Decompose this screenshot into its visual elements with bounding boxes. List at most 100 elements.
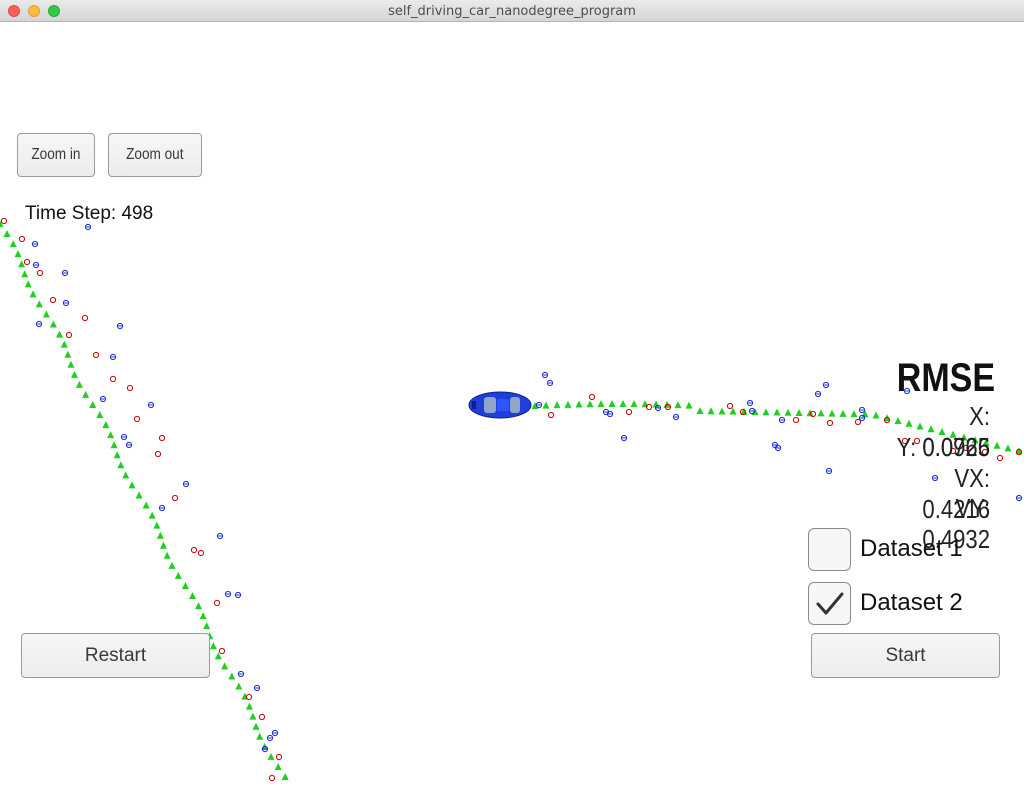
estimate-marker [221, 662, 229, 670]
lidar-marker [547, 411, 555, 419]
lidar-marker [588, 393, 596, 401]
estimate-marker [64, 350, 72, 358]
lidar-marker [49, 296, 57, 304]
lidar-marker [154, 450, 162, 458]
estimate-marker [575, 400, 583, 408]
estimate-marker [839, 409, 847, 417]
estimate-marker [252, 722, 260, 730]
estimate-marker [597, 400, 605, 408]
estimate-marker [630, 400, 638, 408]
lidar-marker [218, 647, 226, 655]
dataset-2-label: Dataset 2 [860, 589, 963, 616]
estimate-marker [82, 390, 90, 398]
estimate-marker [806, 409, 814, 417]
checkmark-icon [816, 592, 844, 615]
lidar-marker [726, 402, 734, 410]
lidar-marker [245, 693, 253, 701]
rmse-y: Y: 0.0965 [896, 432, 990, 462]
lidar-marker [190, 546, 198, 554]
estimate-marker [174, 571, 182, 579]
estimate-marker [49, 320, 57, 328]
estimate-marker [209, 642, 217, 650]
estimate-marker [56, 330, 64, 338]
estimate-marker [674, 401, 682, 409]
estimate-marker [110, 441, 118, 449]
estimate-marker [685, 401, 693, 409]
estimate-marker [35, 300, 43, 308]
zoom-in-button[interactable]: Zoom in [17, 133, 95, 177]
estimate-marker [641, 400, 649, 408]
estimate-marker [203, 622, 211, 630]
lidar-marker [23, 258, 31, 266]
estimate-marker [163, 551, 171, 559]
window-titlebar: self_driving_car_nanodegree_program [0, 0, 1024, 22]
lidar-marker [171, 494, 179, 502]
estimate-marker [828, 409, 836, 417]
estimate-marker [181, 581, 189, 589]
lidar-marker [92, 351, 100, 359]
estimate-marker [107, 431, 115, 439]
lidar-marker [275, 753, 283, 761]
estimate-marker [128, 481, 136, 489]
car-icon [468, 391, 532, 419]
estimate-marker [75, 380, 83, 388]
estimate-marker [1004, 444, 1012, 452]
estimate-marker [564, 400, 572, 408]
restart-button[interactable]: Restart [21, 633, 210, 678]
estimate-marker [696, 407, 704, 414]
estimate-marker [122, 471, 130, 479]
dataset-1-checkbox[interactable] [808, 528, 851, 571]
estimate-marker [113, 451, 121, 459]
estimate-marker [9, 240, 17, 248]
estimate-marker [850, 410, 858, 418]
lidar-marker [36, 269, 44, 277]
estimate-marker [135, 491, 143, 499]
estimate-marker [159, 541, 167, 549]
start-button[interactable]: Start [811, 633, 1000, 678]
lidar-marker [109, 375, 117, 383]
estimate-marker [21, 270, 29, 278]
estimate-marker [784, 408, 792, 416]
lidar-marker [268, 774, 276, 782]
estimate-marker [718, 407, 726, 415]
estimate-marker [281, 773, 289, 780]
lidar-marker [0, 217, 8, 225]
zoom-out-button[interactable]: Zoom out [108, 133, 202, 177]
rmse-title: RMSE [896, 356, 996, 400]
lidar-marker [826, 419, 834, 427]
estimate-marker [861, 410, 869, 418]
zoom-in-label: Zoom in [31, 146, 81, 163]
estimate-marker [199, 612, 207, 620]
estimate-marker [249, 712, 257, 720]
estimate-marker [60, 340, 68, 348]
estimate-marker [29, 290, 37, 298]
time-step-label: Time Step: 498 [25, 203, 154, 224]
estimate-marker [67, 360, 75, 368]
dataset-2-checkbox[interactable] [808, 582, 851, 625]
estimate-marker [707, 407, 715, 415]
estimate-marker [89, 400, 97, 408]
estimate-marker [71, 370, 79, 378]
estimate-marker [256, 732, 264, 740]
lidar-marker [65, 331, 73, 339]
lidar-marker [258, 713, 266, 721]
estimate-marker [228, 672, 236, 680]
window-title: self_driving_car_nanodegree_program [388, 4, 636, 19]
estimate-marker [188, 592, 196, 600]
zoom-out-label: Zoom out [126, 146, 184, 163]
estimate-marker [142, 501, 150, 509]
estimate-marker [817, 409, 825, 417]
estimate-marker [117, 461, 125, 469]
estimate-marker [195, 602, 203, 610]
estimate-marker [102, 421, 110, 429]
lidar-marker [81, 314, 89, 322]
estimate-marker [156, 531, 164, 539]
estimate-marker [235, 682, 243, 690]
measurement-markers [0, 217, 1023, 782]
lidar-marker [18, 235, 26, 243]
lidar-marker [996, 454, 1004, 462]
lidar-marker [213, 599, 221, 607]
estimate-marker [42, 310, 50, 318]
lidar-marker [625, 408, 633, 416]
estimate-marker [96, 411, 104, 419]
